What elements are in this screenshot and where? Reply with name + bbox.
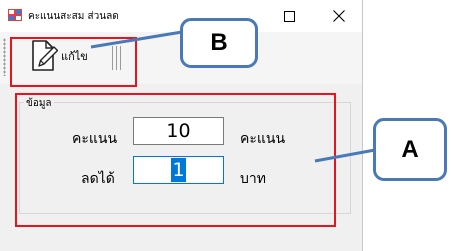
callout-a-label: A <box>401 135 419 163</box>
callout-b: B <box>180 18 258 68</box>
callout-a: A <box>373 118 447 181</box>
callout-b-label: B <box>210 29 228 56</box>
